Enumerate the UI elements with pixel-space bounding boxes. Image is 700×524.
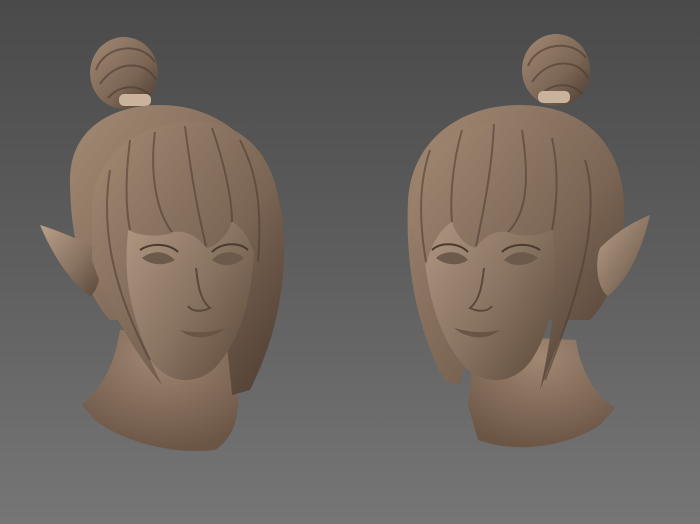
- viewport: [0, 0, 700, 524]
- sculpt-render: [40, 34, 650, 451]
- head-right: [407, 34, 650, 448]
- head-left: [40, 37, 285, 451]
